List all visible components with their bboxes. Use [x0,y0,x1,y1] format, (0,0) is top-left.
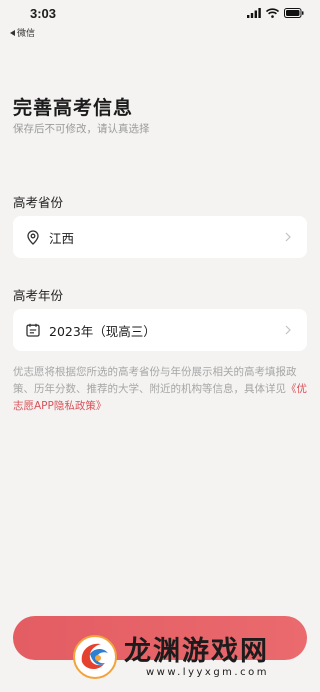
notice-text: 优志愿将根据您所选的高考省份与年份展示相关的高考填报政策、历年分数、推荐的大学、… [13,366,297,395]
back-label: 微信 [17,29,36,39]
status-bar: 3:03 [0,0,320,26]
year-value: 2023年（现高三） [49,323,156,339]
watermark-brand: 龙渊游戏网 [124,635,269,667]
wifi-icon [266,8,279,18]
chevron-right-icon [283,231,293,243]
signal-icon [247,8,261,18]
province-select[interactable]: 江西 [13,216,307,258]
year-label: 高考年份 [13,288,64,303]
status-time: 3:03 [30,6,57,21]
watermark-logo [73,635,117,679]
chevron-right-icon [283,324,293,336]
watermark-url: www.lyyxgm.com [146,666,269,678]
back-to-wechat[interactable]: 微信 [10,26,35,39]
province-value: 江西 [49,230,75,246]
location-pin-icon [25,229,41,245]
page-title: 完善高考信息 [13,97,134,119]
info-notice: 优志愿将根据您所选的高考省份与年份展示相关的高考填报政策、历年分数、推荐的大学、… [13,364,307,415]
watermark: 龙渊游戏网 www.lyyxgm.com [72,622,320,692]
back-triangle-icon [10,29,15,36]
calendar-icon [25,322,41,338]
page-subtitle: 保存后不可修改，请认真选择 [13,123,150,135]
battery-icon [284,8,304,18]
year-select[interactable]: 2023年（现高三） [13,309,307,351]
province-label: 高考省份 [13,195,64,210]
status-icons [247,8,304,18]
